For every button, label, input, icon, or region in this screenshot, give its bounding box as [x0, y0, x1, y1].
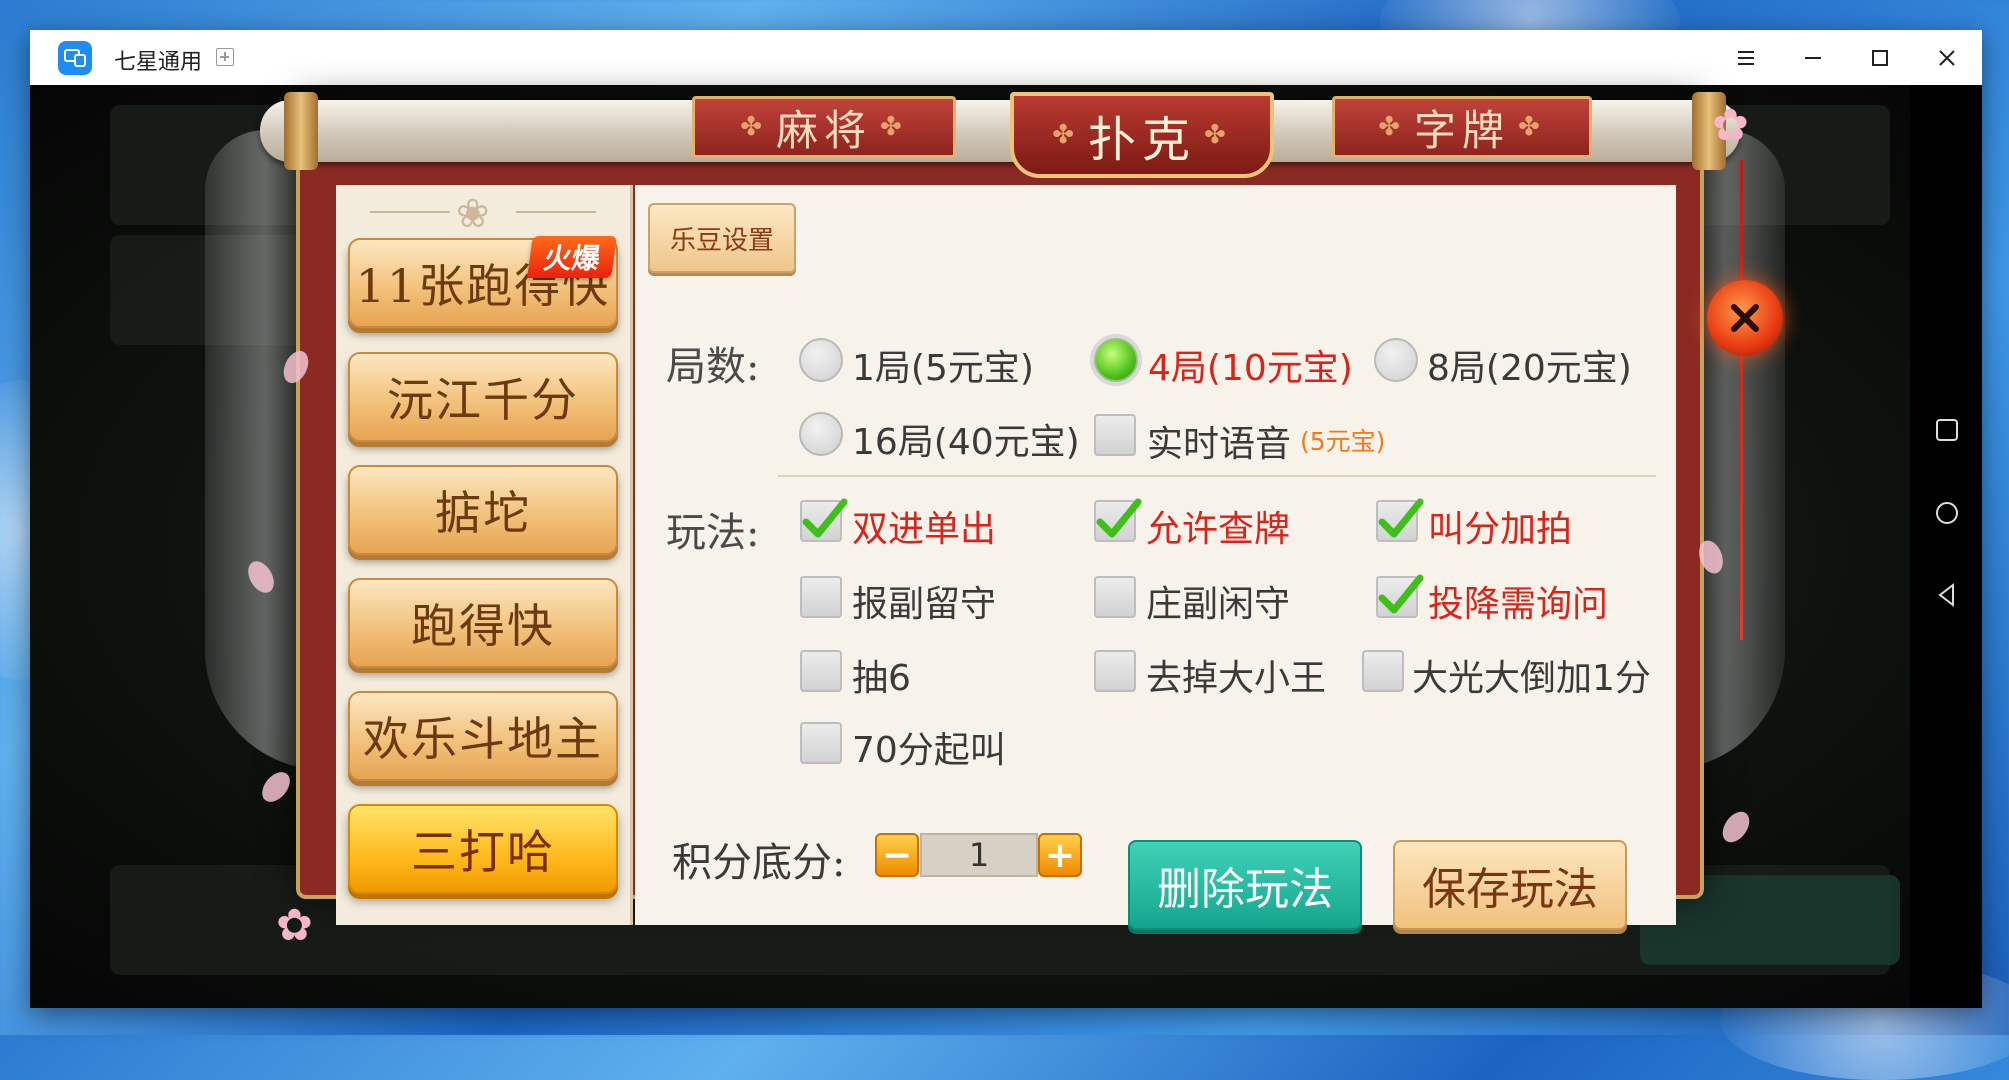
- rule-checkbox[interactable]: [1094, 576, 1136, 618]
- tab-mahjong[interactable]: ✤ 麻将 ✤: [692, 96, 956, 158]
- score-increase-button[interactable]: +: [1038, 833, 1082, 877]
- rule-checkbox[interactable]: [800, 650, 842, 692]
- close-window-button[interactable]: [1917, 30, 1977, 85]
- round-option-8-label: 8局(20元宝): [1427, 348, 1632, 389]
- round-option-16-label: 16局(40元宝): [852, 422, 1080, 463]
- minimize-icon: [1805, 56, 1821, 59]
- base-score-label: 积分底分:: [672, 840, 846, 886]
- tab-poker[interactable]: ✤ 扑克 ✤: [1010, 92, 1274, 178]
- game-item-doudizhu[interactable]: 欢乐斗地主: [348, 691, 618, 781]
- checkmark-icon: [802, 498, 848, 538]
- rule-label: 庄副闲守: [1146, 584, 1291, 625]
- rules-content-panel: [635, 185, 1676, 925]
- tab-ornament-icon: ✤: [880, 112, 908, 142]
- rule-checkbox[interactable]: [1362, 650, 1404, 692]
- game-item-paodekuai[interactable]: 跑得快: [348, 578, 618, 668]
- back-icon[interactable]: [1934, 582, 1960, 608]
- voice-checkbox[interactable]: [1094, 414, 1136, 456]
- checkmark-icon: [1378, 574, 1424, 614]
- round-option-4-radio[interactable]: [1094, 338, 1138, 382]
- recents-icon[interactable]: [1934, 417, 1960, 443]
- rule-label: 抽6: [852, 658, 911, 699]
- new-window-icon[interactable]: [216, 48, 234, 66]
- blossom-icon: ✿: [1712, 100, 1749, 151]
- tab-ornament-icon: ✤: [1204, 120, 1232, 150]
- rule-checkbox[interactable]: [1376, 498, 1424, 542]
- maximize-button[interactable]: [1850, 30, 1910, 85]
- score-decrease-button[interactable]: −: [875, 833, 919, 877]
- rule-label: 报副留守: [852, 584, 997, 625]
- rule-label: 叫分加拍: [1428, 509, 1573, 550]
- title-bar: 七星通用: [30, 30, 1982, 85]
- tab-ornament-icon: ✤: [1052, 120, 1080, 150]
- tab-zipai[interactable]: ✤ 字牌 ✤: [1332, 96, 1592, 158]
- checkmark-icon: [1378, 498, 1424, 538]
- blossom-icon: ✿: [276, 900, 313, 951]
- rule-label: 投降需询问: [1428, 584, 1609, 625]
- round-option-16-radio[interactable]: [799, 412, 843, 456]
- ornament-line: [370, 211, 450, 213]
- round-option-4-label: 4局(10元宝): [1148, 348, 1353, 389]
- delete-rules-button[interactable]: 删除玩法: [1128, 840, 1362, 930]
- rule-checkbox[interactable]: [1376, 574, 1424, 618]
- tab-ornament-icon: ✤: [1378, 112, 1406, 142]
- checkmark-icon: [1096, 498, 1142, 538]
- minimize-button[interactable]: [1783, 30, 1843, 85]
- rule-checkbox[interactable]: [800, 722, 842, 764]
- voice-label: 实时语音: [1147, 424, 1292, 465]
- section-divider: [778, 475, 1656, 477]
- close-icon: [1731, 304, 1759, 332]
- close-dialog-button[interactable]: [1707, 280, 1783, 356]
- round-option-8-radio[interactable]: [1374, 338, 1418, 382]
- window-title: 七星通用: [114, 50, 203, 75]
- tab-label: 扑克: [1087, 112, 1196, 168]
- round-option-1-radio[interactable]: [799, 338, 843, 382]
- app-icon: [58, 41, 92, 75]
- tab-label: 麻将: [775, 105, 872, 155]
- game-item-yuanjiang-qianfen[interactable]: 沅江千分: [348, 352, 618, 442]
- menu-button[interactable]: [1716, 30, 1776, 85]
- rounds-label: 局数:: [666, 344, 760, 390]
- game-item-sandaha[interactable]: 三打哈: [348, 804, 618, 894]
- ornament-line: [516, 211, 596, 213]
- home-icon[interactable]: [1934, 500, 1960, 526]
- flower-ornament-icon: ❀: [456, 191, 490, 237]
- rule-checkbox[interactable]: [800, 498, 848, 542]
- rule-checkbox[interactable]: [1094, 498, 1142, 542]
- game-item-dianto[interactable]: 掂坨: [348, 465, 618, 555]
- rules-label: 玩法:: [666, 510, 760, 556]
- score-value: 1: [920, 833, 1038, 877]
- rule-checkbox[interactable]: [800, 576, 842, 618]
- tab-label: 字牌: [1413, 105, 1510, 155]
- ledou-settings-button[interactable]: 乐豆设置: [648, 203, 796, 273]
- tab-ornament-icon: ✤: [740, 112, 768, 142]
- tab-ornament-icon: ✤: [1518, 112, 1546, 142]
- scroll-rod-cap: [284, 92, 318, 170]
- round-option-1-label: 1局(5元宝): [852, 348, 1034, 389]
- rule-checkbox[interactable]: [1094, 650, 1136, 692]
- android-nav-bar: [1910, 85, 1982, 1008]
- voice-cost: (5元宝): [1300, 427, 1386, 456]
- rule-label: 大光大倒加1分: [1412, 658, 1651, 699]
- save-rules-button[interactable]: 保存玩法: [1393, 840, 1627, 930]
- menu-icon: [1738, 50, 1754, 65]
- rule-label: 去掉大小王: [1146, 658, 1327, 699]
- rule-label: 双进单出: [852, 509, 997, 550]
- hot-badge: 火爆: [527, 236, 617, 278]
- close-icon: [1939, 49, 1955, 66]
- rule-label: 允许查牌: [1146, 509, 1291, 550]
- rule-label: 70分起叫: [852, 730, 1006, 771]
- maximize-icon: [1872, 49, 1888, 66]
- tassel-decoration: [1740, 160, 1743, 640]
